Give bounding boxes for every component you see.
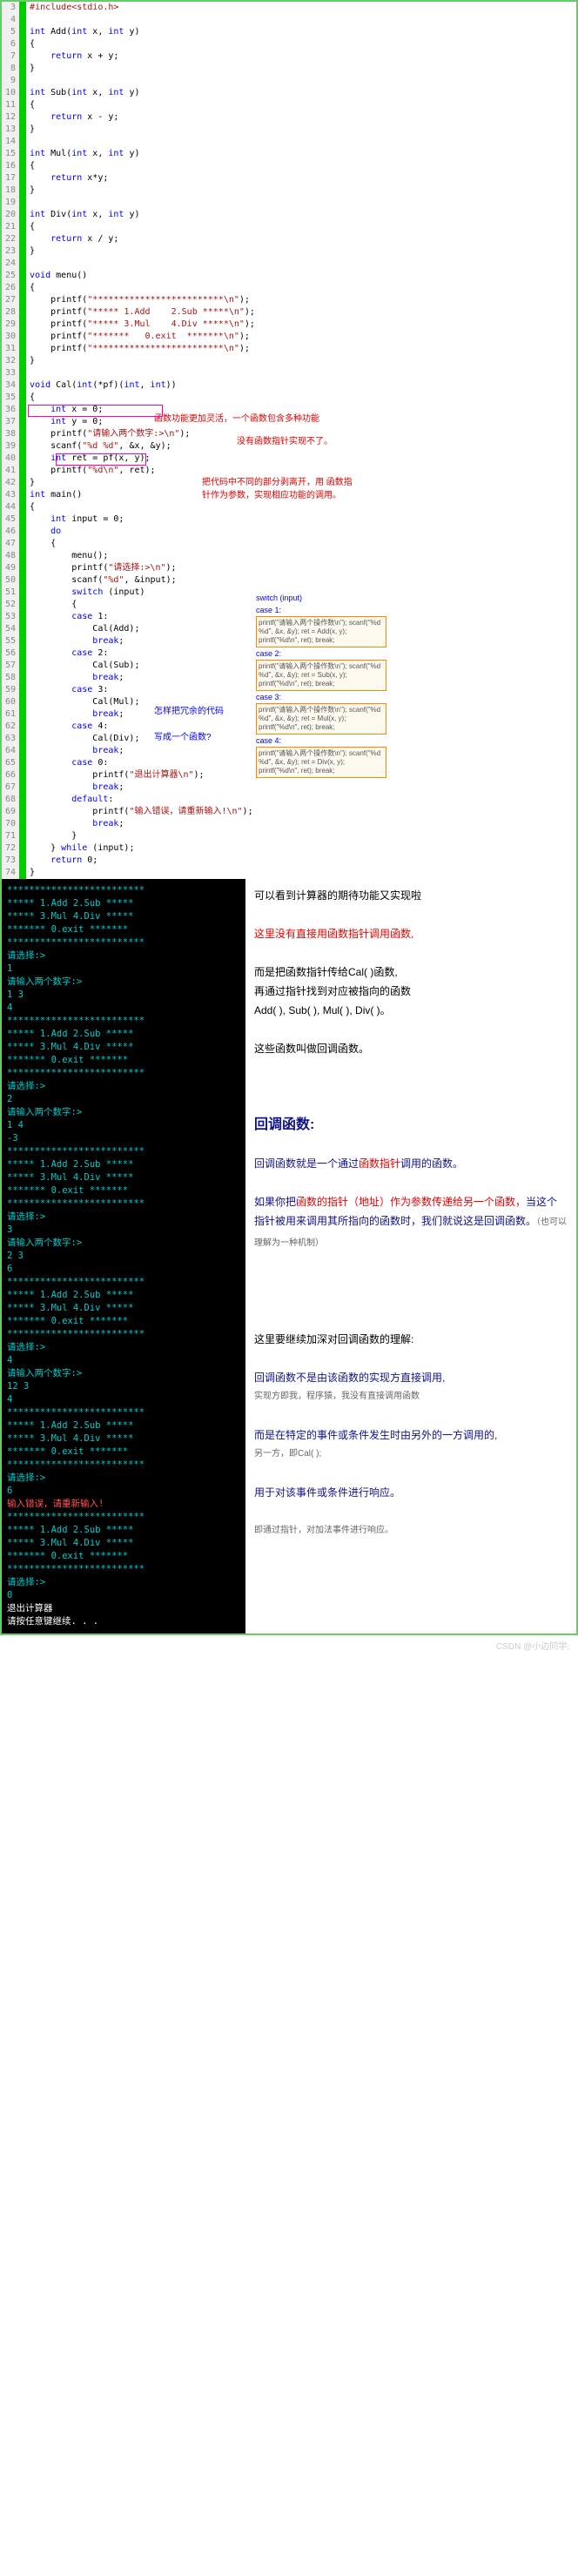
terminal-output: ****************************** 1.Add 2.S… (2, 879, 245, 1633)
note-4: 这些函数叫做回调函数。 (254, 1039, 568, 1058)
snippet-case2: printf("请输入两个操作数\n"); scanf("%d %d", &x,… (256, 660, 386, 691)
annotation-redundant: 怎样把冗余的代码 (154, 703, 224, 716)
side-snippets: switch (input) case 1: printf("请输入两个操作数\… (256, 594, 386, 780)
snippet-case1-label: case 1: (256, 606, 386, 614)
snippet-case3: printf("请输入两个操作数\n"); scanf("%d %d", &x,… (256, 703, 386, 735)
bottom-section: ****************************** 1.Add 2.S… (2, 879, 576, 1633)
explanation-notes: 可以看到计算器的期待功能又实现啦 这里没有直接用函数指针调用函数, 而是把函数指… (245, 879, 576, 1633)
fold-bar (19, 2, 26, 879)
snippet-case3-label: case 3: (256, 693, 386, 701)
annotation-no-fp: 没有函数指针实现不了。 (237, 433, 333, 446)
main-container: 3456789101112131415161718192021222324252… (0, 0, 578, 1635)
note-3a: 而是把函数指针传给Cal( )函数, (254, 963, 568, 982)
annotation-flexible: 函数功能更加灵活，一个函数包含多种功能 (154, 411, 372, 424)
snippet-case2-label: case 2: (256, 649, 386, 658)
highlight-cal-sig (28, 405, 163, 417)
note-2: 这里没有直接用函数指针调用函数, (254, 924, 568, 943)
note-10b: 即通过指针，对加法事件进行响应。 (254, 1521, 568, 1540)
snippet-switch: switch (input) (256, 594, 386, 602)
heading-callback: 回调函数: (254, 1116, 568, 1135)
code-editor: 3456789101112131415161718192021222324252… (2, 2, 576, 879)
note-3b: 再通过指针找到对应被指向的函数 (254, 982, 568, 1001)
note-1: 可以看到计算器的期待功能又实现啦 (254, 886, 568, 905)
note-3c: Add( ), Sub( ), Mul( ), Div( )。 (254, 1001, 568, 1020)
note-5: 回调函数就是一个通过函数指针调用的函数。 (254, 1154, 568, 1173)
line-gutter: 3456789101112131415161718192021222324252… (2, 2, 19, 879)
note-10a: 用于对该事件或条件进行响应。 (254, 1483, 568, 1502)
note-6: 如果你把函数的指针（地址）作为参数传递给另一个函数，当这个指针被用来调用其所指向… (254, 1192, 568, 1253)
note-7: 这里要继续加深对回调函数的理解: (254, 1330, 568, 1349)
annotation-one-fn: 写成一个函数? (154, 729, 212, 742)
watermark: CSDN @小边同学; (0, 1635, 578, 1655)
snippet-case4-label: case 4: (256, 736, 386, 745)
note-8b: 实现方即我，程序猿，我没有直接调用函数 (254, 1387, 568, 1406)
highlight-pf-call (56, 453, 146, 466)
note-8a: 回调函数不是由该函数的实现方直接调用, (254, 1368, 568, 1387)
note-9a: 而是在特定的事件或条件发生时由另外的一方调用的, (254, 1426, 568, 1445)
note-9b: 另一方，即Cal( ); (254, 1445, 568, 1464)
snippet-case4: printf("请输入两个操作数\n"); scanf("%d %d", &x,… (256, 747, 386, 778)
annotation-separate: 把代码中不同的部分剥离开，用 函数指针作为参数，实现相应功能的调用。 (202, 474, 359, 500)
snippet-case1: printf("请输入两个操作数\n"); scanf("%d %d", &x,… (256, 616, 386, 647)
